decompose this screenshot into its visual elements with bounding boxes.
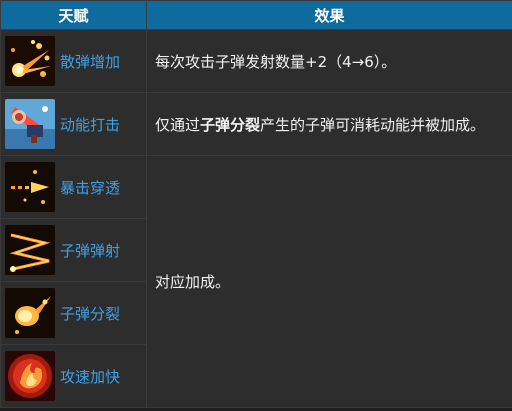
talent-table: 天赋 效果 散弹增加 每次攻击子弹发射数量+2（4→6）。 动能打击 仅通过子弹… <box>0 0 512 408</box>
bullet-split-icon <box>5 288 55 338</box>
table-row: 暴击穿透 对应加成。 <box>0 155 512 408</box>
bullet-ricochet-icon <box>5 225 55 275</box>
attack-speed-icon <box>5 351 55 401</box>
header-effect: 效果 <box>146 0 512 30</box>
effect-cell: 仅通过子弹分裂产生的子弹可消耗动能并被加成。 <box>146 92 512 156</box>
talent-name[interactable]: 动能打击 <box>60 114 120 135</box>
talent-name[interactable]: 子弹弹射 <box>60 240 120 261</box>
table-row: 散弹增加 每次攻击子弹发射数量+2（4→6）。 <box>0 29 512 93</box>
talent-name[interactable]: 攻速加快 <box>60 366 120 387</box>
header-talent: 天赋 <box>0 0 147 30</box>
effect-text: 仅通过 <box>155 115 201 134</box>
talent-cell: 暴击穿透 <box>0 155 147 219</box>
kinetic-strike-icon <box>5 99 55 149</box>
effect-cell: 对应加成。 <box>146 155 512 408</box>
talent-cell: 动能打击 <box>0 92 147 156</box>
crit-pierce-icon <box>5 162 55 212</box>
talent-name[interactable]: 暴击穿透 <box>60 177 120 198</box>
header-row: 天赋 效果 <box>0 0 512 30</box>
talent-name[interactable]: 散弹增加 <box>60 51 120 72</box>
effect-highlight: 子弹分裂 <box>200 115 261 134</box>
talent-cell: 攻速加快 <box>0 344 147 408</box>
effect-text: 产生的子弹可消耗动能并被加成。 <box>260 115 486 134</box>
shotgun-burst-icon <box>5 36 55 86</box>
talent-cell: 子弹分裂 <box>0 281 147 345</box>
table-row: 动能打击 仅通过子弹分裂产生的子弹可消耗动能并被加成。 <box>0 92 512 156</box>
talent-name[interactable]: 子弹分裂 <box>60 303 120 324</box>
effect-cell: 每次攻击子弹发射数量+2（4→6）。 <box>146 29 512 93</box>
talent-cell: 子弹弹射 <box>0 218 147 282</box>
talent-cell: 散弹增加 <box>0 29 147 93</box>
